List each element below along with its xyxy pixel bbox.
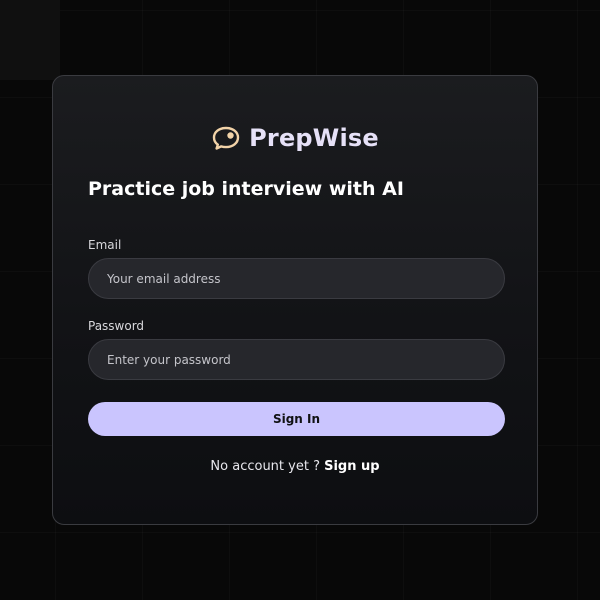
sign-up-prompt-text: No account yet ?: [210, 459, 325, 474]
password-label: Password: [88, 319, 145, 333]
email-label: Email: [88, 238, 122, 252]
password-field[interactable]: [88, 339, 505, 380]
brand-name: PrepWise: [249, 124, 379, 152]
sign-in-button[interactable]: Sign In: [88, 402, 505, 436]
background-corner-shade: [0, 0, 60, 80]
email-field[interactable]: [88, 258, 505, 299]
chat-bubble-icon: [211, 125, 241, 151]
sign-in-card: PrepWise Practice job interview with AI …: [52, 75, 538, 525]
sign-up-link[interactable]: Sign up: [324, 459, 379, 474]
page-title: Practice job interview with AI: [88, 178, 404, 200]
brand-logo: PrepWise: [53, 124, 537, 152]
sign-up-prompt: No account yet ? Sign up: [53, 459, 537, 474]
